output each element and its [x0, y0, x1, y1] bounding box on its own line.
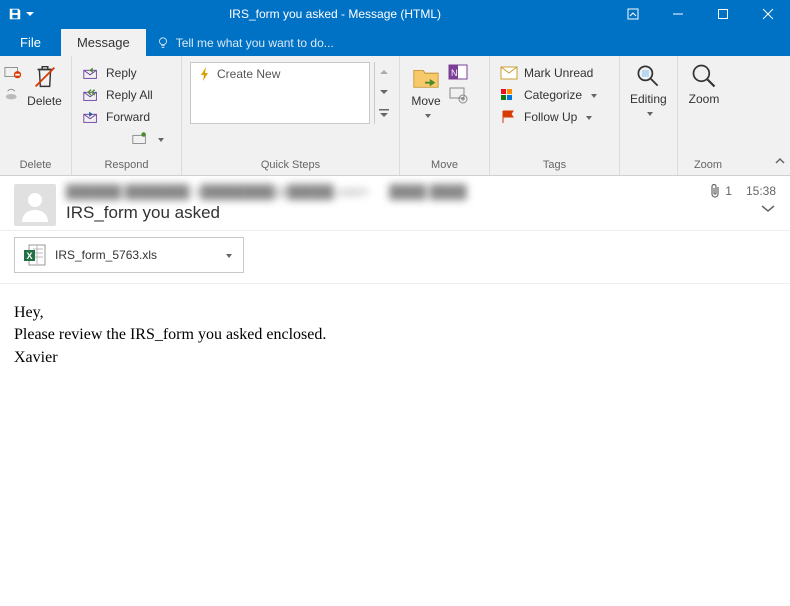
- message-header: ██████ ███████ <████████@█████.com> ████…: [0, 176, 790, 231]
- move-folder-icon: [411, 62, 441, 92]
- attachment-count: 1: [725, 184, 732, 198]
- close-button[interactable]: [745, 0, 790, 28]
- window-title: IRS_form you asked - Message (HTML): [60, 7, 610, 21]
- forward-button[interactable]: Forward: [78, 106, 168, 128]
- editing-button[interactable]: Editing: [624, 60, 673, 123]
- group-label-move: Move: [404, 157, 485, 175]
- tell-me-label: Tell me what you want to do...: [176, 36, 334, 50]
- message-subject: IRS_form you asked: [66, 203, 699, 223]
- reply-all-icon: [82, 87, 100, 103]
- move-label: Move: [411, 94, 440, 108]
- categorize-icon: [500, 88, 518, 102]
- group-label-quicksteps: Quick Steps: [186, 157, 395, 175]
- delete-label: Delete: [27, 94, 62, 108]
- attachment-dropdown[interactable]: [223, 248, 235, 262]
- categorize-button[interactable]: Categorize: [496, 84, 601, 106]
- forward-label: Forward: [106, 110, 150, 124]
- chevron-down-icon[interactable]: [760, 204, 776, 214]
- group-label-respond: Respond: [76, 157, 177, 175]
- more-icon: [131, 131, 149, 147]
- group-label-delete: Delete: [4, 157, 67, 175]
- ribbon-tabs: File Message Tell me what you want to do…: [0, 28, 790, 56]
- delete-button[interactable]: Delete: [22, 60, 67, 110]
- follow-up-label: Follow Up: [524, 110, 577, 124]
- zoom-button[interactable]: Zoom: [682, 60, 726, 108]
- attachments-area: X IRS_form_5763.xls: [0, 231, 790, 284]
- ribbon-options-button[interactable]: [610, 0, 655, 28]
- flag-icon: [500, 110, 518, 124]
- more-respond-button[interactable]: [78, 128, 168, 150]
- onenote-icon[interactable]: N: [448, 62, 468, 82]
- attachment-indicator: 1: [709, 184, 732, 198]
- quick-access-toolbar: [0, 7, 60, 21]
- find-icon: [634, 62, 662, 90]
- tab-file[interactable]: File: [0, 29, 61, 56]
- envelope-icon: [500, 66, 518, 80]
- tab-message[interactable]: Message: [61, 29, 146, 56]
- maximize-button[interactable]: [700, 0, 745, 28]
- message-body: Hey, Please review the IRS_form you aske…: [0, 284, 790, 387]
- collapse-ribbon-button[interactable]: [774, 156, 786, 171]
- delete-icon: [30, 62, 60, 92]
- junk-icon[interactable]: [4, 86, 22, 102]
- lightbulb-icon: [156, 36, 170, 50]
- move-button[interactable]: Move: [404, 60, 448, 125]
- zoom-icon: [690, 62, 718, 90]
- title-bar: IRS_form you asked - Message (HTML): [0, 0, 790, 28]
- save-icon[interactable]: [8, 7, 22, 21]
- message-time: 15:38: [746, 184, 776, 198]
- ribbon: Delete Delete Reply Reply All Forward: [0, 56, 790, 176]
- qat-dropdown-icon[interactable]: [26, 7, 34, 21]
- editing-label: Editing: [630, 92, 667, 106]
- gallery-more-icon[interactable]: [379, 109, 389, 117]
- quick-steps-gallery[interactable]: Create New: [190, 62, 370, 124]
- reply-all-label: Reply All: [106, 88, 153, 102]
- follow-up-button[interactable]: Follow Up: [496, 106, 601, 128]
- excel-file-icon: X: [23, 243, 47, 267]
- sender-avatar: [14, 184, 56, 226]
- recipient-address: ████ ████: [389, 184, 466, 199]
- reply-icon: [82, 65, 100, 81]
- paperclip-icon: [709, 184, 721, 198]
- group-label-tags: Tags: [494, 157, 615, 175]
- zoom-label: Zoom: [689, 92, 720, 106]
- attachment-item[interactable]: X IRS_form_5763.xls: [14, 237, 244, 273]
- svg-text:N: N: [451, 68, 458, 78]
- lightning-icon: [199, 67, 211, 81]
- svg-text:X: X: [27, 251, 33, 261]
- categorize-label: Categorize: [524, 88, 582, 102]
- attachment-filename: IRS_form_5763.xls: [55, 248, 215, 262]
- mark-unread-button[interactable]: Mark Unread: [496, 62, 601, 84]
- group-label-editing: [624, 157, 673, 175]
- mark-unread-label: Mark Unread: [524, 66, 593, 80]
- create-new-label: Create New: [217, 67, 280, 81]
- tell-me-search[interactable]: Tell me what you want to do...: [146, 30, 344, 56]
- group-label-zoom: Zoom: [682, 157, 734, 175]
- sender-address: ██████ ███████ <████████@█████.com>: [66, 184, 369, 199]
- reply-all-button[interactable]: Reply All: [78, 84, 168, 106]
- reply-button[interactable]: Reply: [78, 62, 168, 84]
- gallery-up-icon[interactable]: [380, 69, 388, 75]
- ignore-icon[interactable]: [4, 64, 22, 80]
- reply-label: Reply: [106, 66, 137, 80]
- forward-icon: [82, 109, 100, 125]
- actions-icon[interactable]: [448, 86, 468, 104]
- minimize-button[interactable]: [655, 0, 700, 28]
- gallery-down-icon[interactable]: [380, 89, 388, 95]
